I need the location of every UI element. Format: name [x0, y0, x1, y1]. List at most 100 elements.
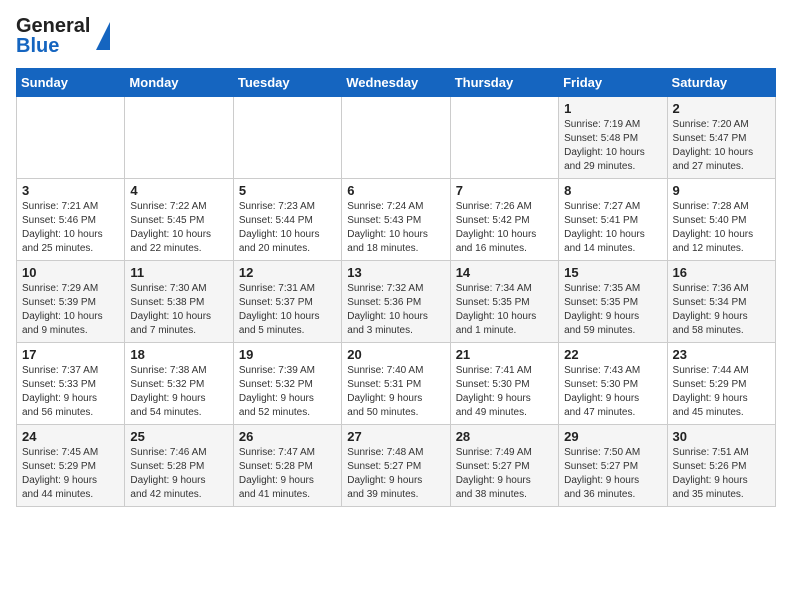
- day-number: 3: [22, 183, 119, 198]
- day-info: Sunrise: 7:36 AM Sunset: 5:34 PM Dayligh…: [673, 282, 770, 338]
- day-number: 21: [456, 347, 553, 362]
- day-info: Sunrise: 7:21 AM Sunset: 5:46 PM Dayligh…: [22, 200, 119, 256]
- day-cell: 17 Sunrise: 7:37 AM Sunset: 5:33 PM Dayli…: [17, 343, 125, 425]
- day-cell: 1Sunrise: 7:19 AM Sunset: 5:48 PM Daylig…: [559, 97, 667, 179]
- day-cell: 24 Sunrise: 7:45 AM Sunset: 5:29 PM Dayli…: [17, 425, 125, 507]
- day-number: 7: [456, 183, 553, 198]
- day-cell: 7 Sunrise: 7:26 AM Sunset: 5:42 PM Daylig…: [450, 179, 558, 261]
- day-info: Sunrise: 7:39 AM Sunset: 5:32 PM Dayligh…: [239, 364, 336, 420]
- day-info: Sunrise: 7:41 AM Sunset: 5:30 PM Dayligh…: [456, 364, 553, 420]
- day-cell: 4 Sunrise: 7:22 AM Sunset: 5:45 PM Daylig…: [125, 179, 233, 261]
- day-number: 2: [673, 101, 770, 116]
- day-cell: 9Sunrise: 7:28 AM Sunset: 5:40 PM Daylig…: [667, 179, 775, 261]
- week-row-3: 10 Sunrise: 7:29 AM Sunset: 5:39 PM Dayli…: [17, 261, 776, 343]
- day-cell: 3 Sunrise: 7:21 AM Sunset: 5:46 PM Daylig…: [17, 179, 125, 261]
- day-cell: 29 Sunrise: 7:50 AM Sunset: 5:27 PM Dayli…: [559, 425, 667, 507]
- day-number: 19: [239, 347, 336, 362]
- day-info: Sunrise: 7:44 AM Sunset: 5:29 PM Dayligh…: [673, 364, 770, 420]
- logo-general-text: General: [16, 16, 90, 36]
- col-header-tuesday: Tuesday: [233, 69, 341, 97]
- day-cell: [342, 97, 450, 179]
- day-cell: 30 Sunrise: 7:51 AM Sunset: 5:26 PM Dayli…: [667, 425, 775, 507]
- day-cell: 28 Sunrise: 7:49 AM Sunset: 5:27 PM Dayli…: [450, 425, 558, 507]
- logo: General Blue: [16, 16, 110, 56]
- day-number: 26: [239, 429, 336, 444]
- day-number: 11: [130, 265, 227, 280]
- day-cell: 26 Sunrise: 7:47 AM Sunset: 5:28 PM Dayli…: [233, 425, 341, 507]
- day-cell: 19 Sunrise: 7:39 AM Sunset: 5:32 PM Dayli…: [233, 343, 341, 425]
- day-number: 23: [673, 347, 770, 362]
- day-number: 10: [22, 265, 119, 280]
- day-cell: [233, 97, 341, 179]
- day-cell: 12Sunrise: 7:31 AM Sunset: 5:37 PM Dayli…: [233, 261, 341, 343]
- day-cell: 15Sunrise: 7:35 AM Sunset: 5:35 PM Dayli…: [559, 261, 667, 343]
- day-info: Sunrise: 7:47 AM Sunset: 5:28 PM Dayligh…: [239, 446, 336, 502]
- day-number: 17: [22, 347, 119, 362]
- day-info: Sunrise: 7:34 AM Sunset: 5:35 PM Dayligh…: [456, 282, 553, 338]
- day-info: Sunrise: 7:38 AM Sunset: 5:32 PM Dayligh…: [130, 364, 227, 420]
- day-cell: [17, 97, 125, 179]
- day-info: Sunrise: 7:50 AM Sunset: 5:27 PM Dayligh…: [564, 446, 661, 502]
- day-cell: 20 Sunrise: 7:40 AM Sunset: 5:31 PM Dayli…: [342, 343, 450, 425]
- day-cell: 22 Sunrise: 7:43 AM Sunset: 5:30 PM Dayli…: [559, 343, 667, 425]
- day-cell: 23 Sunrise: 7:44 AM Sunset: 5:29 PM Dayli…: [667, 343, 775, 425]
- day-info: Sunrise: 7:46 AM Sunset: 5:28 PM Dayligh…: [130, 446, 227, 502]
- day-info: Sunrise: 7:48 AM Sunset: 5:27 PM Dayligh…: [347, 446, 444, 502]
- day-number: 18: [130, 347, 227, 362]
- logo-blue-text: Blue: [16, 36, 90, 56]
- day-number: 25: [130, 429, 227, 444]
- day-cell: 13 Sunrise: 7:32 AM Sunset: 5:36 PM Dayli…: [342, 261, 450, 343]
- day-info: Sunrise: 7:49 AM Sunset: 5:27 PM Dayligh…: [456, 446, 553, 502]
- week-row-5: 24 Sunrise: 7:45 AM Sunset: 5:29 PM Dayli…: [17, 425, 776, 507]
- day-info: Sunrise: 7:43 AM Sunset: 5:30 PM Dayligh…: [564, 364, 661, 420]
- day-number: 20: [347, 347, 444, 362]
- day-cell: 18 Sunrise: 7:38 AM Sunset: 5:32 PM Dayli…: [125, 343, 233, 425]
- day-info: Sunrise: 7:22 AM Sunset: 5:45 PM Dayligh…: [130, 200, 227, 256]
- day-cell: 25 Sunrise: 7:46 AM Sunset: 5:28 PM Dayli…: [125, 425, 233, 507]
- logo-triangle-icon: [96, 22, 110, 50]
- day-cell: 14 Sunrise: 7:34 AM Sunset: 5:35 PM Dayli…: [450, 261, 558, 343]
- day-cell: [450, 97, 558, 179]
- day-number: 22: [564, 347, 661, 362]
- day-number: 13: [347, 265, 444, 280]
- day-info: Sunrise: 7:45 AM Sunset: 5:29 PM Dayligh…: [22, 446, 119, 502]
- day-info: Sunrise: 7:30 AM Sunset: 5:38 PM Dayligh…: [130, 282, 227, 338]
- day-number: 8: [564, 183, 661, 198]
- day-number: 28: [456, 429, 553, 444]
- day-info: Sunrise: 7:32 AM Sunset: 5:36 PM Dayligh…: [347, 282, 444, 338]
- day-number: 24: [22, 429, 119, 444]
- day-info: Sunrise: 7:37 AM Sunset: 5:33 PM Dayligh…: [22, 364, 119, 420]
- week-row-2: 3 Sunrise: 7:21 AM Sunset: 5:46 PM Daylig…: [17, 179, 776, 261]
- header-row: SundayMondayTuesdayWednesdayThursdayFrid…: [17, 69, 776, 97]
- col-header-thursday: Thursday: [450, 69, 558, 97]
- week-row-1: 1Sunrise: 7:19 AM Sunset: 5:48 PM Daylig…: [17, 97, 776, 179]
- day-cell: 6 Sunrise: 7:24 AM Sunset: 5:43 PM Daylig…: [342, 179, 450, 261]
- day-cell: 5 Sunrise: 7:23 AM Sunset: 5:44 PM Daylig…: [233, 179, 341, 261]
- col-header-wednesday: Wednesday: [342, 69, 450, 97]
- day-cell: 21 Sunrise: 7:41 AM Sunset: 5:30 PM Dayli…: [450, 343, 558, 425]
- day-info: Sunrise: 7:23 AM Sunset: 5:44 PM Dayligh…: [239, 200, 336, 256]
- day-info: Sunrise: 7:20 AM Sunset: 5:47 PM Dayligh…: [673, 118, 770, 174]
- day-info: Sunrise: 7:24 AM Sunset: 5:43 PM Dayligh…: [347, 200, 444, 256]
- day-number: 29: [564, 429, 661, 444]
- day-info: Sunrise: 7:26 AM Sunset: 5:42 PM Dayligh…: [456, 200, 553, 256]
- day-info: Sunrise: 7:29 AM Sunset: 5:39 PM Dayligh…: [22, 282, 119, 338]
- day-number: 14: [456, 265, 553, 280]
- day-cell: 8Sunrise: 7:27 AM Sunset: 5:41 PM Daylig…: [559, 179, 667, 261]
- day-number: 5: [239, 183, 336, 198]
- day-number: 12: [239, 265, 336, 280]
- header: General Blue: [16, 16, 776, 56]
- day-info: Sunrise: 7:28 AM Sunset: 5:40 PM Dayligh…: [673, 200, 770, 256]
- day-cell: 2 Sunrise: 7:20 AM Sunset: 5:47 PM Daylig…: [667, 97, 775, 179]
- day-number: 6: [347, 183, 444, 198]
- week-row-4: 17 Sunrise: 7:37 AM Sunset: 5:33 PM Dayli…: [17, 343, 776, 425]
- day-info: Sunrise: 7:51 AM Sunset: 5:26 PM Dayligh…: [673, 446, 770, 502]
- col-header-monday: Monday: [125, 69, 233, 97]
- day-number: 4: [130, 183, 227, 198]
- col-header-saturday: Saturday: [667, 69, 775, 97]
- day-cell: 10 Sunrise: 7:29 AM Sunset: 5:39 PM Dayli…: [17, 261, 125, 343]
- day-number: 30: [673, 429, 770, 444]
- day-info: Sunrise: 7:40 AM Sunset: 5:31 PM Dayligh…: [347, 364, 444, 420]
- day-number: 1: [564, 101, 661, 116]
- calendar-table: SundayMondayTuesdayWednesdayThursdayFrid…: [16, 68, 776, 507]
